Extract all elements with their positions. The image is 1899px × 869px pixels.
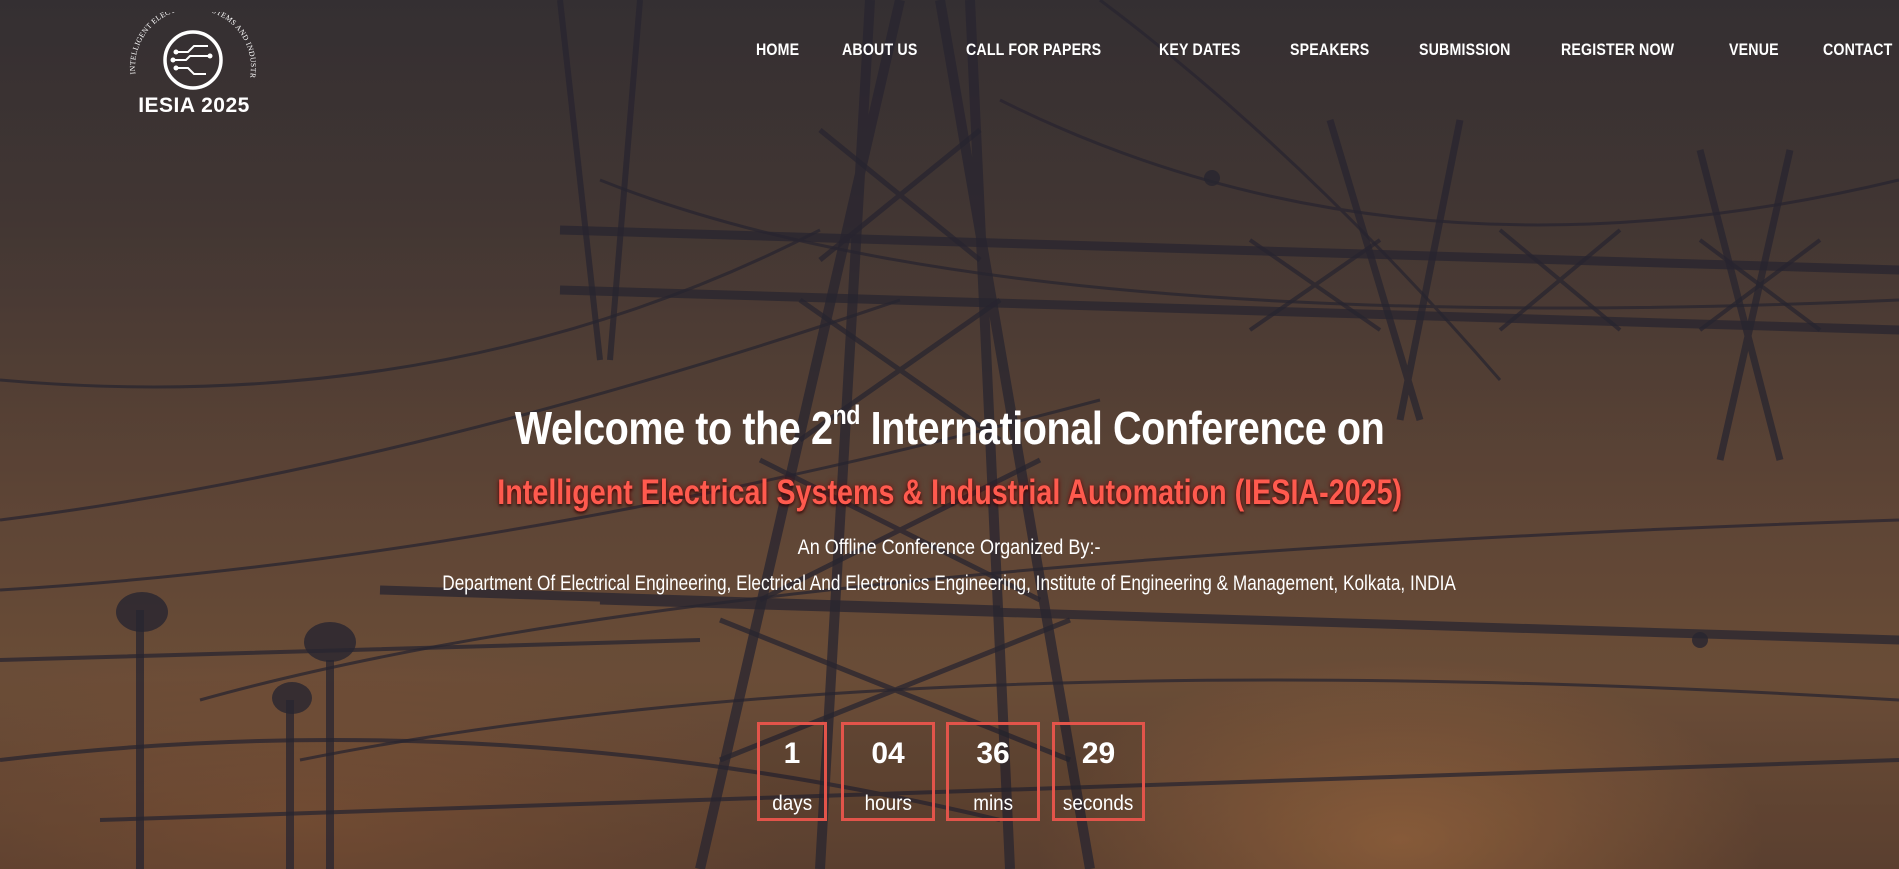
nav-home[interactable]: HOME [756, 41, 799, 60]
nav-venue[interactable]: VENUE [1729, 41, 1779, 60]
countdown-mins: 36 mins [946, 722, 1040, 821]
nav-key-dates[interactable]: KEY DATES [1159, 41, 1240, 60]
welcome-ordinal-suffix: nd [832, 399, 860, 430]
main-nav: HOME ABOUT US CALL FOR PAPERS KEY DATES … [756, 41, 1899, 60]
nav-submission[interactable]: SUBMISSION [1419, 41, 1511, 60]
nav-speakers[interactable]: SPEAKERS [1290, 41, 1369, 60]
nav-contact[interactable]: CONTACT [1823, 41, 1893, 60]
welcome-prefix: Welcome to the 2 [514, 402, 833, 454]
countdown-mins-label: mins [973, 792, 1013, 815]
nav-register-now[interactable]: REGISTER NOW [1561, 41, 1674, 60]
conference-name-text: Intelligent Electrical Systems & Industr… [497, 473, 1402, 512]
welcome-heading: Welcome to the 2nd International Confere… [0, 399, 1899, 455]
countdown-days: 1 days [757, 722, 827, 821]
nav-about-us[interactable]: ABOUT US [842, 41, 917, 60]
countdown-hours: 04 hours [841, 722, 935, 821]
conference-name: Intelligent Electrical Systems & Industr… [0, 473, 1899, 513]
countdown-hours-value: 04 [871, 737, 905, 770]
logo-text[interactable]: IESIA 2025 [130, 94, 258, 118]
countdown-seconds-label: seconds [1063, 792, 1134, 815]
countdown-hours-label: hours [864, 792, 912, 815]
countdown-days-value: 1 [783, 737, 801, 770]
countdown-seconds-value: 29 [1081, 737, 1116, 770]
department-text: Department Of Electrical Engineering, El… [442, 572, 1457, 595]
countdown-mins-value: 36 [976, 737, 1010, 770]
organized-by-text: An Offline Conference Organized By:- [798, 536, 1101, 559]
countdown-seconds: 29 seconds [1052, 722, 1145, 821]
welcome-suffix: International Conference on [859, 402, 1385, 454]
nav-call-for-papers[interactable]: CALL FOR PAPERS [966, 41, 1101, 60]
countdown-days-label: days [772, 792, 812, 815]
organized-by-line: An Offline Conference Organized By:- [0, 536, 1899, 560]
department-line: Department Of Electrical Engineering, El… [0, 572, 1899, 596]
